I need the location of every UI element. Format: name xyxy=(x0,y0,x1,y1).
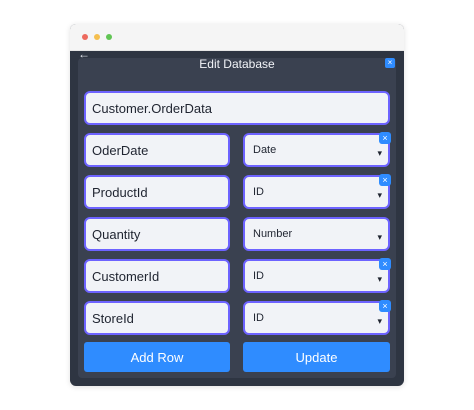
column-name-input[interactable]: ProductId xyxy=(84,175,230,209)
close-window-dot[interactable] xyxy=(82,34,88,40)
remove-row-icon[interactable]: × xyxy=(379,300,391,312)
column-type-value: Date xyxy=(253,144,277,156)
update-button[interactable]: Update xyxy=(243,342,390,372)
maximize-window-dot[interactable] xyxy=(106,34,112,40)
minimize-window-dot[interactable] xyxy=(94,34,100,40)
column-type-select[interactable]: ID ▾ × xyxy=(243,300,391,335)
column-name-input[interactable]: Quantity xyxy=(84,217,230,251)
column-type-value: ID xyxy=(253,312,264,324)
chevron-down-icon: ▾ xyxy=(377,316,382,326)
titlebar xyxy=(70,24,404,51)
column-type-value: ID xyxy=(253,270,264,282)
column-type-select[interactable]: ID ▾ × xyxy=(243,258,391,293)
chevron-down-icon: ▾ xyxy=(377,274,382,284)
column-type-select[interactable]: ID ▾ × xyxy=(243,174,391,209)
remove-row-icon[interactable]: × xyxy=(379,132,391,144)
column-type-select[interactable]: Date ▾ × xyxy=(243,132,391,167)
remove-row-icon[interactable]: × xyxy=(379,174,391,186)
chevron-down-icon: ▾ xyxy=(377,190,382,200)
column-name-input[interactable]: StoreId xyxy=(84,301,230,335)
column-type-value: Number xyxy=(253,228,293,240)
chevron-down-icon: ▾ xyxy=(377,148,382,158)
add-row-button[interactable]: Add Row xyxy=(84,342,230,372)
column-name-input[interactable]: OderDate xyxy=(84,133,230,167)
dialog-title: Edit Database xyxy=(199,57,275,71)
table-name-input[interactable]: Customer.OrderData xyxy=(84,91,390,125)
close-icon[interactable]: × xyxy=(385,58,395,68)
remove-row-icon[interactable]: × xyxy=(379,258,391,270)
chevron-down-icon: ▾ xyxy=(377,232,382,242)
column-type-value: ID xyxy=(253,186,264,198)
column-type-select[interactable]: Number ▾ xyxy=(243,217,390,251)
column-name-input[interactable]: CustomerId xyxy=(84,259,230,293)
